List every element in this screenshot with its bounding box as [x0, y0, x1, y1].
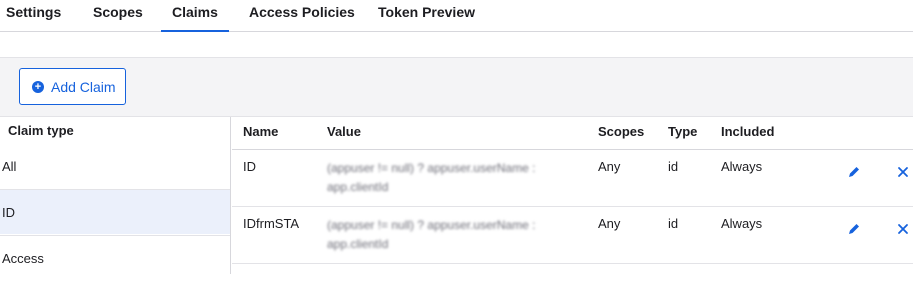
pencil-icon[interactable]: [845, 220, 863, 238]
claim-type-all[interactable]: All: [0, 144, 230, 189]
add-claim-button[interactable]: + Add Claim: [19, 68, 126, 105]
close-icon[interactable]: [894, 220, 912, 238]
cell-type: id: [668, 216, 679, 231]
cell-included: Always: [721, 216, 763, 231]
tab-scopes[interactable]: Scopes: [93, 4, 143, 32]
claim-type-access[interactable]: Access: [0, 235, 230, 280]
claim-type-panel: Claim type All ID Access: [0, 117, 231, 274]
header-value: Value: [327, 124, 361, 139]
cell-value: (appuser != null) ? appuser.userName : a…: [327, 218, 536, 251]
claim-type-id[interactable]: ID: [0, 189, 230, 234]
tab-token-preview[interactable]: Token Preview: [378, 4, 475, 32]
toolbar: + Add Claim: [0, 57, 913, 117]
tab-settings[interactable]: Settings: [6, 4, 61, 32]
add-claim-label: Add Claim: [51, 78, 116, 95]
header-included: Included: [721, 124, 775, 139]
cell-scopes: Any: [598, 216, 621, 231]
tab-bar: Settings Scopes Claims Access Policies T…: [0, 0, 913, 32]
close-icon[interactable]: [894, 163, 912, 181]
claims-table: Name Value Scopes Type Included ID (appu…: [232, 117, 913, 274]
table-row: IDfrmSTA (appuser != null) ? appuser.use…: [232, 207, 913, 264]
cell-included: Always: [721, 159, 763, 174]
header-scopes: Scopes: [598, 124, 645, 139]
plus-circle-icon: +: [32, 80, 44, 93]
header-name: Name: [243, 124, 279, 139]
pencil-icon[interactable]: [845, 163, 863, 181]
table-header: Name Value Scopes Type Included: [232, 117, 913, 150]
header-type: Type: [668, 124, 698, 139]
tab-claims[interactable]: Claims: [161, 4, 229, 32]
cell-value: (appuser != null) ? appuser.userName : a…: [327, 161, 536, 194]
tab-access-policies[interactable]: Access Policies: [249, 4, 355, 32]
claim-type-title: Claim type: [8, 123, 74, 138]
cell-scopes: Any: [598, 159, 621, 174]
cell-type: id: [668, 159, 679, 174]
cell-name: ID: [243, 159, 256, 174]
cell-name: IDfrmSTA: [243, 216, 300, 231]
table-row: ID (appuser != null) ? appuser.userName …: [232, 150, 913, 207]
